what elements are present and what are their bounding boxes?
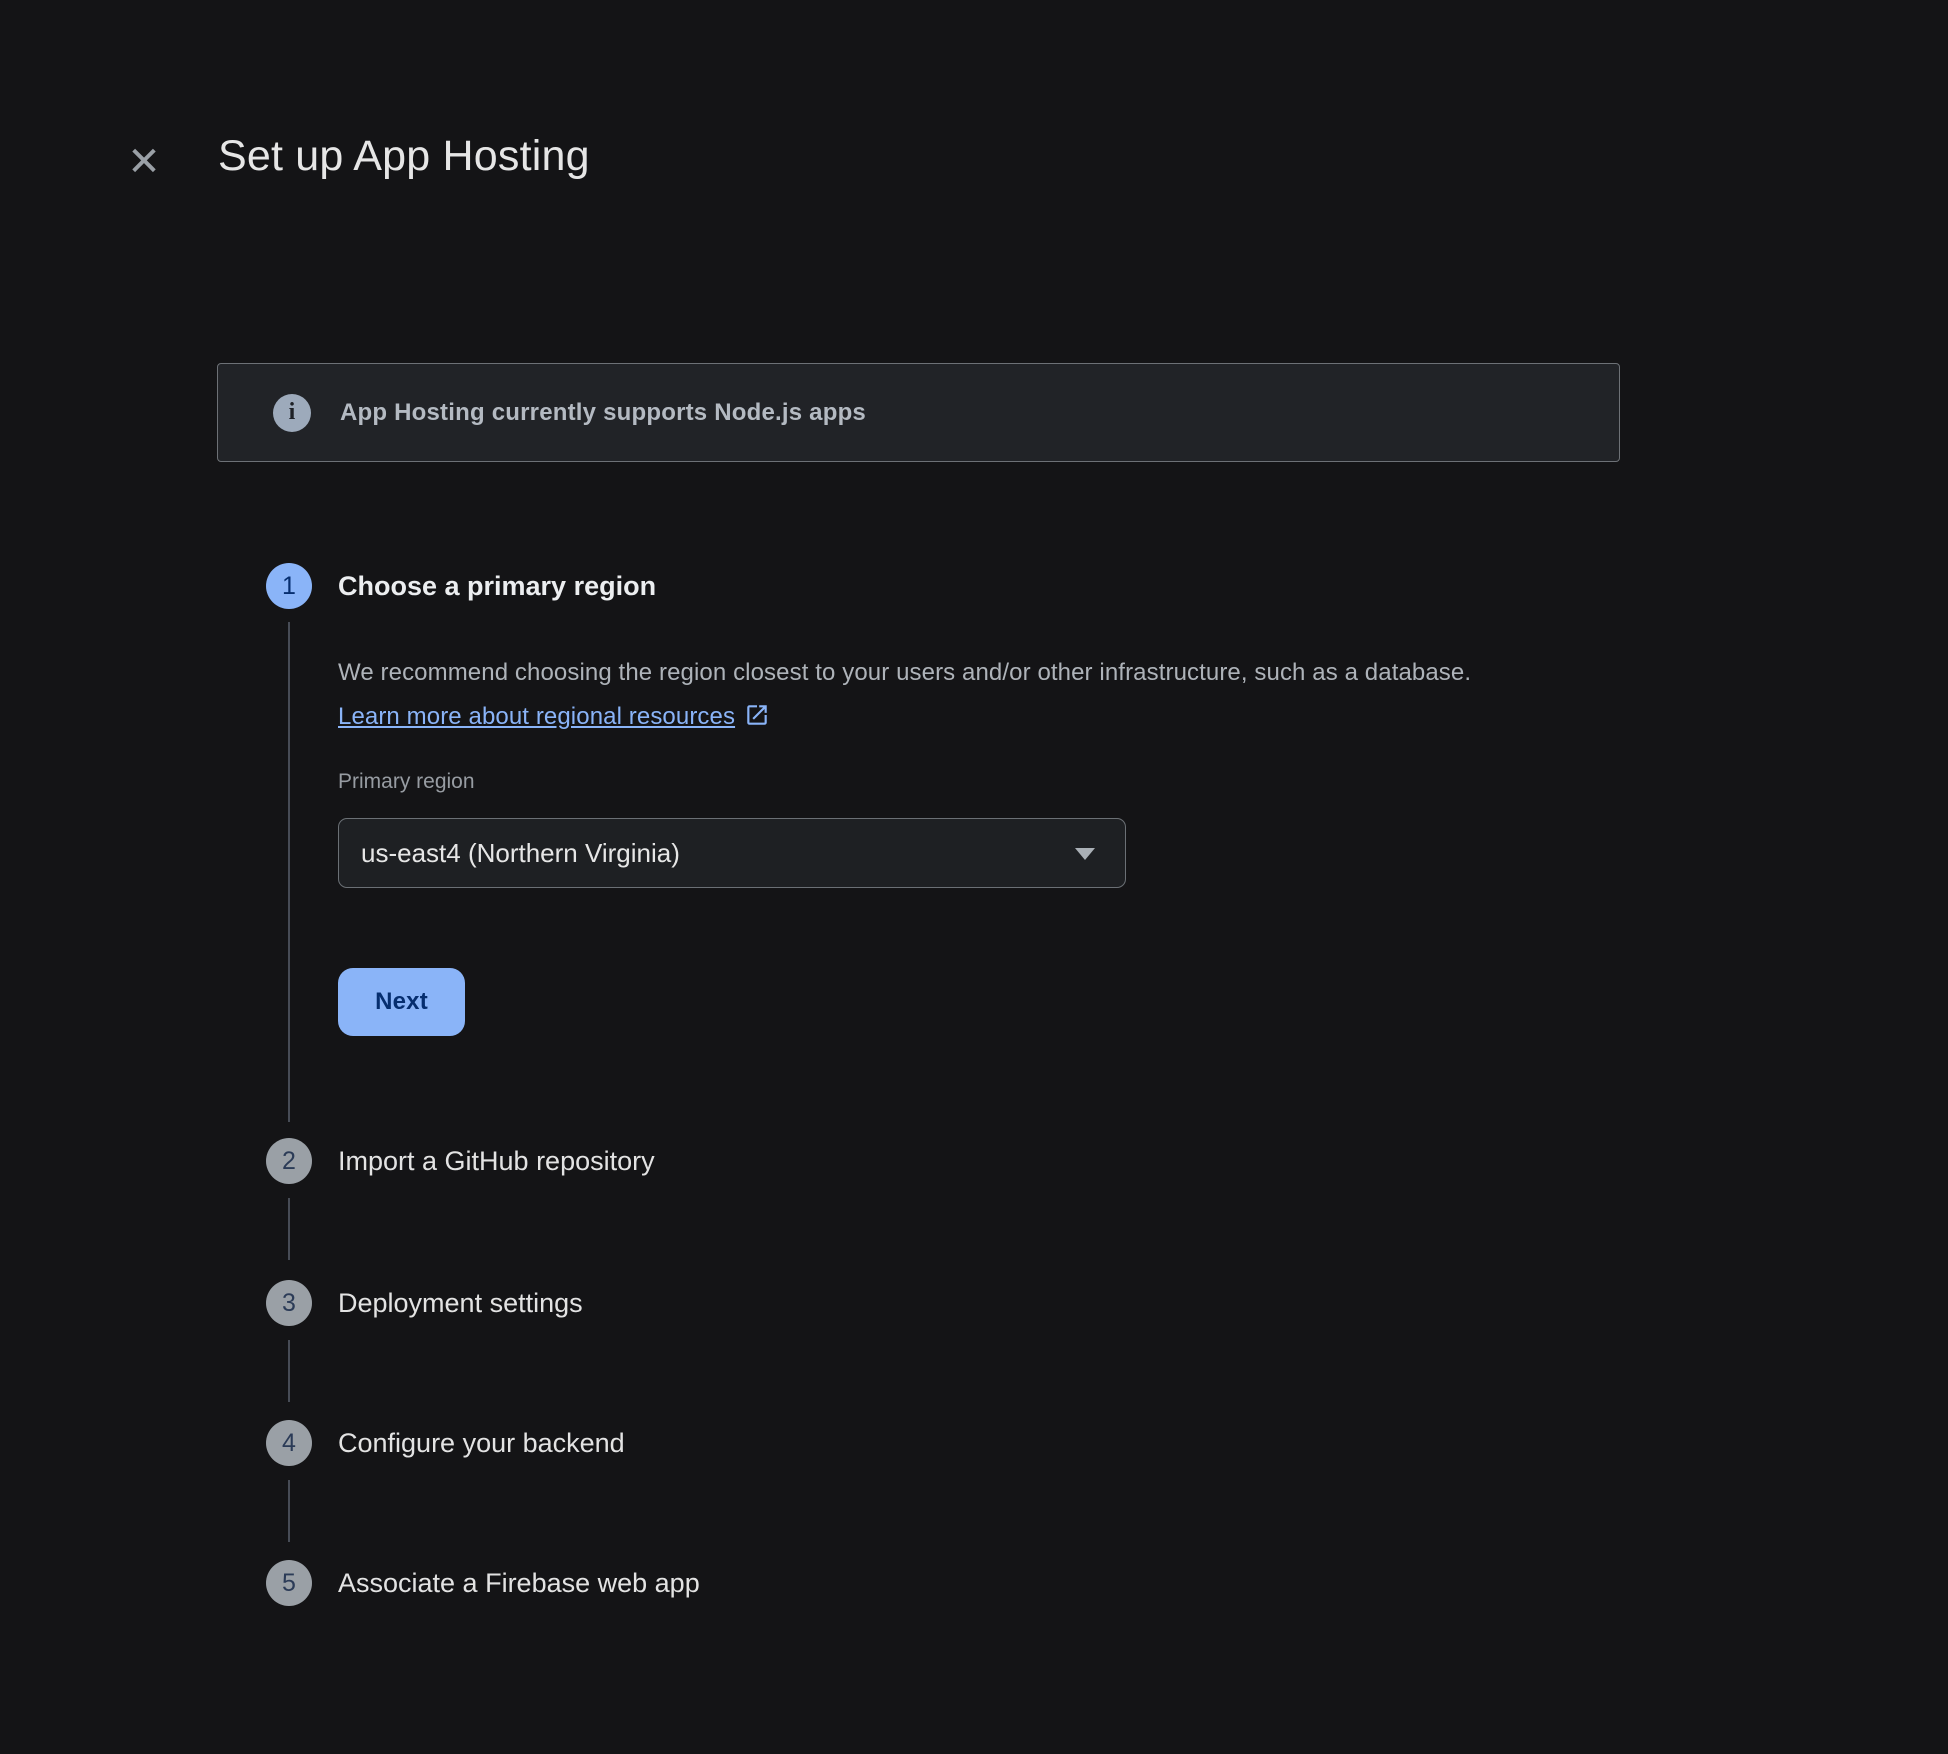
step-row-choose-region: 1 Choose a primary region [266,563,656,609]
step-label-choose-region: Choose a primary region [338,571,656,602]
step-number-badge: 5 [266,1560,312,1606]
step-row-import-repo: 2 Import a GitHub repository [266,1138,655,1184]
stepper-connector [288,1340,290,1402]
caret-down-icon [1075,848,1095,860]
step-number-badge: 2 [266,1138,312,1184]
next-button[interactable]: Next [338,968,465,1036]
step-row-configure-backend: 4 Configure your backend [266,1420,625,1466]
step-row-associate-web-app: 5 Associate a Firebase web app [266,1560,700,1606]
primary-region-value: us-east4 (Northern Virginia) [361,838,680,869]
stepper-connector [288,622,290,1122]
primary-region-select[interactable]: us-east4 (Northern Virginia) [338,818,1126,888]
region-description-text: We recommend choosing the region closest… [338,659,1471,686]
step-label-deployment-settings: Deployment settings [338,1288,583,1319]
step-number-badge: 1 [266,563,312,609]
external-link-icon [744,702,770,728]
step-row-deployment-settings: 3 Deployment settings [266,1280,583,1326]
step-label-associate-web-app: Associate a Firebase web app [338,1568,700,1599]
stepper-connector [288,1480,290,1542]
step-number-badge: 3 [266,1280,312,1326]
primary-region-label: Primary region [338,770,475,794]
learn-more-link-text: Learn more about regional resources [338,703,735,730]
stepper-connector [288,1198,290,1260]
region-description: We recommend choosing the region closest… [338,651,1558,739]
learn-more-link[interactable]: Learn more about regional resources [338,703,770,730]
page-title: Set up App Hosting [218,132,590,181]
banner-text: App Hosting currently supports Node.js a… [340,399,866,427]
close-icon[interactable]: ✕ [118,136,170,188]
step-label-configure-backend: Configure your backend [338,1428,625,1459]
step-number-badge: 4 [266,1420,312,1466]
info-icon: i [273,394,311,432]
info-banner: i App Hosting currently supports Node.js… [217,363,1620,462]
step-label-import-repo: Import a GitHub repository [338,1146,655,1177]
